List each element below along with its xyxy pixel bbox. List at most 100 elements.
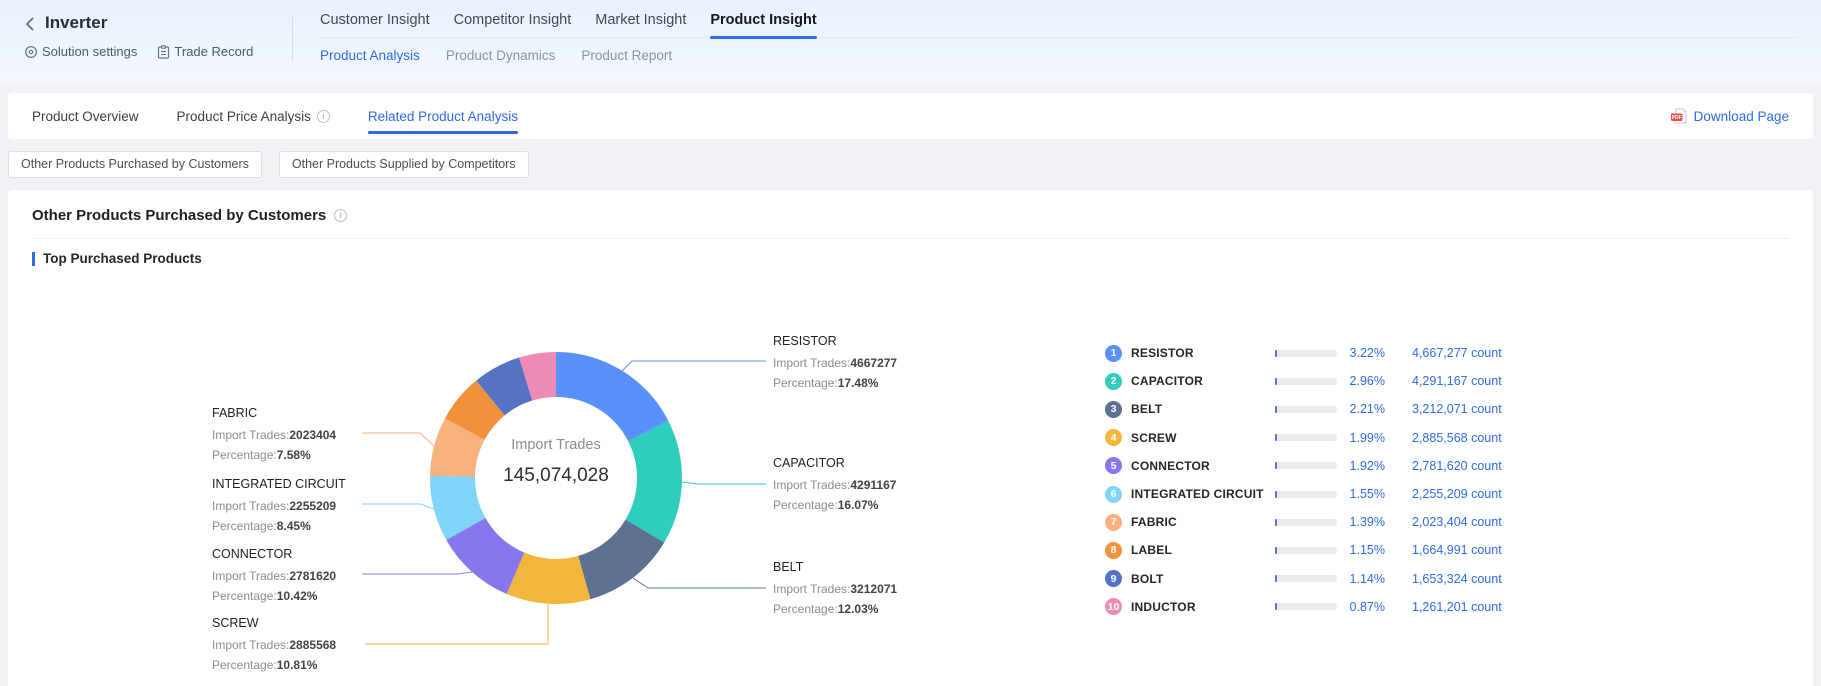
callout-leader-line [622, 361, 766, 371]
legend-count: 1,261,201 count [1412, 600, 1502, 614]
callout-percentage: Percentage:16.07% [773, 495, 943, 515]
tab-info-icon[interactable]: i [317, 110, 330, 123]
callout-import-trades: Import Trades:2255209 [212, 496, 382, 516]
legend-row-connector[interactable]: 5CONNECTOR1.92%2,781,620 count [1105, 452, 1545, 480]
tab-label: Market Insight [595, 12, 686, 28]
legend-count: 2,885,568 count [1412, 431, 1502, 445]
legend-share-percentage: 1.14% [1337, 572, 1385, 586]
share-progress-fill [1275, 519, 1277, 526]
trade-record-link[interactable]: Trade Record [157, 44, 253, 59]
legend-count: 1,653,324 count [1412, 572, 1502, 586]
callout-leader-line [682, 482, 766, 484]
toolbar-tab-related-product-analysis[interactable]: Related Product Analysis [368, 93, 518, 139]
tab-label: Product Insight [710, 12, 816, 28]
legend-row-fabric[interactable]: 7FABRIC1.39%2,023,404 count [1105, 508, 1545, 536]
share-progress-fill [1275, 434, 1277, 441]
callout-resistor: RESISTORImport Trades:4667277Percentage:… [773, 333, 943, 393]
callout-percentage: Percentage:17.48% [773, 373, 943, 393]
section-divider [32, 238, 1789, 239]
legend-row-label[interactable]: 8LABEL1.15%1,664,991 count [1105, 536, 1545, 564]
donut-segment-screw[interactable] [516, 573, 585, 581]
download-page-button[interactable]: PDF Download Page [1670, 93, 1789, 139]
legend-product-name: SCREW [1131, 431, 1275, 445]
legend-share-percentage: 1.99% [1337, 431, 1385, 445]
nav-tab-customer-insight[interactable]: Customer Insight [320, 12, 430, 37]
section-info-icon[interactable]: i [334, 209, 347, 222]
tab-label: Product Analysis [320, 48, 420, 63]
primary-nav-tabs: Customer Insight Competitor Insight Market… [320, 0, 1797, 38]
share-progress-bar [1275, 603, 1337, 610]
nav-tab-competitor-insight[interactable]: Competitor Insight [454, 12, 572, 37]
toolbar-tab-product-price-analysis[interactable]: Product Price Analysis i [177, 93, 330, 139]
legend-row-capacitor[interactable]: 2CAPACITOR2.96%4,291,167 count [1105, 367, 1545, 395]
rank-badge: 6 [1105, 486, 1122, 503]
callout-import-trades: Import Trades:2781620 [212, 566, 382, 586]
legend-share-percentage: 0.87% [1337, 600, 1385, 614]
rank-badge: 3 [1105, 401, 1122, 418]
legend-count: 2,781,620 count [1412, 459, 1502, 473]
legend-product-name: RESISTOR [1131, 346, 1275, 360]
nav-tab-product-insight[interactable]: Product Insight [710, 12, 816, 37]
back-chevron-icon[interactable] [24, 17, 36, 29]
sub-tab-product-dynamics[interactable]: Product Dynamics [446, 48, 556, 63]
legend-product-name: CAPACITOR [1131, 374, 1275, 388]
legend-row-integrated-circuit[interactable]: 6INTEGRATED CIRCUIT1.55%2,255,209 count [1105, 480, 1545, 508]
legend-product-name: BOLT [1131, 572, 1275, 586]
legend-row-inductor[interactable]: 10INDUCTOR0.87%1,261,201 count [1105, 593, 1545, 621]
share-progress-fill [1275, 491, 1277, 498]
app-header: Inverter Solution settings Trade Record … [0, 0, 1821, 84]
rank-badge: 8 [1105, 542, 1122, 559]
callout-screw: SCREWImport Trades:2885568Percentage:10.… [212, 615, 382, 675]
tab-label: Customer Insight [320, 12, 430, 28]
legend-count: 4,667,277 count [1412, 346, 1502, 360]
callout-connector: CONNECTORImport Trades:2781620Percentage… [212, 546, 382, 606]
legend-count: 2,023,404 count [1412, 515, 1502, 529]
callout-leader-line [633, 578, 766, 588]
donut-segment-inductor[interactable] [526, 375, 556, 380]
sub-tab-product-report[interactable]: Product Report [581, 48, 672, 63]
nav-tab-market-insight[interactable]: Market Insight [595, 12, 686, 37]
rank-badge: 4 [1105, 429, 1122, 446]
sub-tab-product-analysis[interactable]: Product Analysis [320, 48, 420, 63]
legend-row-resistor[interactable]: 1RESISTOR3.22%4,667,277 count [1105, 339, 1545, 367]
solution-settings-link[interactable]: Solution settings [24, 44, 137, 59]
share-progress-bar [1275, 491, 1337, 498]
share-progress-bar [1275, 434, 1337, 441]
share-progress-bar [1275, 547, 1337, 554]
legend-count: 2,255,209 count [1412, 487, 1502, 501]
donut-segment-resistor[interactable] [556, 375, 648, 431]
svg-text:PDF: PDF [1671, 115, 1681, 121]
tab-label: Product Report [581, 48, 672, 63]
legend-count: 3,212,071 count [1412, 402, 1502, 416]
filter-button-other-products-purchased-by-customers[interactable]: Other Products Purchased by Customers [8, 151, 262, 178]
legend-product-name: INDUCTOR [1131, 600, 1275, 614]
legend-share-percentage: 2.21% [1337, 402, 1385, 416]
callout-product-name: RESISTOR [773, 333, 943, 349]
donut-segment-connector[interactable] [466, 529, 516, 573]
share-progress-bar [1275, 575, 1337, 582]
subsection-title: Top Purchased Products [43, 251, 202, 266]
legend-row-bolt[interactable]: 9BOLT1.14%1,653,324 count [1105, 565, 1545, 593]
toolbar-tab-product-overview[interactable]: Product Overview [32, 93, 139, 139]
donut-segment-belt[interactable] [584, 531, 645, 578]
callout-product-name: CAPACITOR [773, 455, 943, 471]
legend-share-percentage: 1.92% [1337, 459, 1385, 473]
share-progress-fill [1275, 378, 1277, 385]
legend-row-belt[interactable]: 3BELT2.21%3,212,071 count [1105, 395, 1545, 423]
donut-segment-bolt[interactable] [490, 379, 525, 398]
filter-button-other-products-supplied-by-competitors[interactable]: Other Products Supplied by Competitors [279, 151, 529, 178]
legend-count: 1,664,991 count [1412, 543, 1502, 557]
header-divider [292, 15, 293, 61]
callout-fabric: FABRICImport Trades:2023404Percentage:7.… [212, 405, 382, 465]
callout-integrated-circuit: INTEGRATED CIRCUITImport Trades:2255209P… [212, 476, 382, 536]
trade-record-label: Trade Record [174, 44, 253, 59]
related-product-filters: Other Products Purchased by Customers Oth… [8, 151, 1813, 178]
donut-segment-label[interactable] [465, 398, 491, 429]
legend-share-percentage: 1.39% [1337, 515, 1385, 529]
share-progress-bar [1275, 350, 1337, 357]
section-title: Other Products Purchased by Customers [32, 207, 326, 224]
legend-row-screw[interactable]: 4 SCREW 1.99% 2,885,568 count [1105, 424, 1545, 452]
callout-percentage: Percentage:12.03% [773, 599, 943, 619]
tab-label: Product Price Analysis [177, 109, 311, 124]
legend-product-name: LABEL [1131, 543, 1275, 557]
